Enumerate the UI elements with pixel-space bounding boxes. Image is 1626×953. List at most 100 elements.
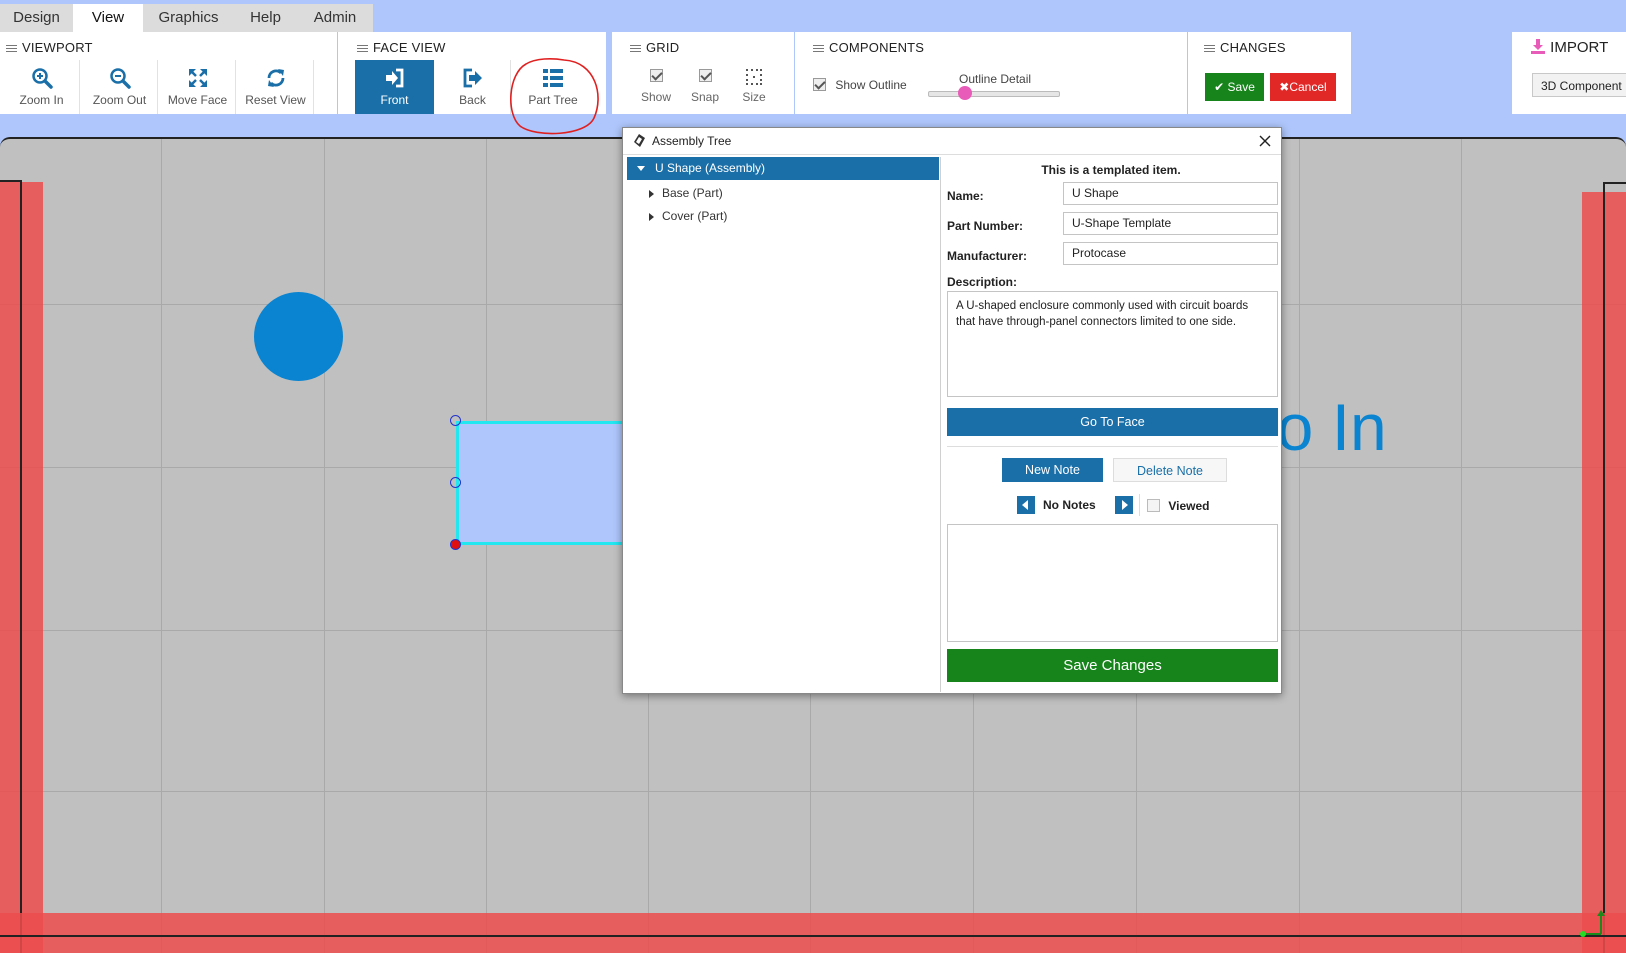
go-to-face-button[interactable]: Go To Face bbox=[947, 408, 1278, 436]
grid-size-label: Size bbox=[742, 90, 766, 104]
selection-handle[interactable] bbox=[450, 477, 461, 488]
x-icon: ✖ bbox=[1279, 80, 1290, 94]
tree-item-u-shape[interactable]: U Shape (Assembly) bbox=[627, 157, 939, 180]
name-label: Name: bbox=[947, 189, 984, 203]
3d-component-button[interactable]: 3D Component bbox=[1532, 73, 1626, 97]
save-changes-button[interactable]: Save Changes bbox=[947, 649, 1278, 682]
face-view-title: FACE VIEW bbox=[373, 40, 446, 55]
zoom-in-button[interactable]: Zoom In bbox=[4, 60, 80, 114]
tab-view[interactable]: View bbox=[73, 4, 143, 32]
viewed-toggle[interactable]: Viewed bbox=[1147, 498, 1209, 513]
part-number-label: Part Number: bbox=[947, 219, 1024, 233]
grid-line bbox=[0, 791, 1626, 792]
new-note-button[interactable]: New Note bbox=[1002, 458, 1103, 482]
move-face-label: Move Face bbox=[167, 93, 228, 107]
expand-arrow-icon[interactable] bbox=[637, 166, 645, 172]
zoom-out-label: Zoom Out bbox=[92, 93, 147, 107]
show-outline-checkbox[interactable] bbox=[813, 78, 826, 92]
grid-snap-label: Snap bbox=[690, 90, 720, 104]
delete-note-button[interactable]: Delete Note bbox=[1113, 458, 1227, 482]
arrow-right-icon bbox=[1122, 500, 1128, 510]
tree-item-base[interactable]: Base (Part) bbox=[649, 184, 723, 202]
tab-admin[interactable]: Admin bbox=[297, 4, 373, 32]
circle-cutout[interactable] bbox=[254, 292, 343, 381]
ribbon-cancel-button[interactable]: ✖Cancel bbox=[1270, 73, 1336, 101]
sign-in-icon bbox=[385, 68, 403, 88]
viewport-group: VIEWPORT Zoom In Zoom Out Move Face Rese… bbox=[0, 32, 337, 114]
grid-line bbox=[1461, 139, 1462, 953]
outline-detail-label: Outline Detail bbox=[959, 72, 1032, 86]
grid-group: GRID Show Snap Size bbox=[612, 32, 794, 114]
grid-dots-icon bbox=[746, 69, 762, 85]
divider bbox=[947, 446, 1278, 447]
viewport-title: VIEWPORT bbox=[22, 40, 93, 55]
menu-icon bbox=[813, 43, 824, 54]
tree-item-cover[interactable]: Cover (Part) bbox=[649, 207, 727, 225]
grid-show-label: Show bbox=[640, 90, 672, 104]
zoom-in-icon bbox=[31, 68, 53, 89]
tree-item-label: U Shape (Assembly) bbox=[655, 161, 766, 175]
zoom-out-button[interactable]: Zoom Out bbox=[82, 60, 158, 114]
refresh-icon bbox=[267, 69, 284, 87]
grid-show-checkbox[interactable] bbox=[649, 69, 663, 82]
tab-help[interactable]: Help bbox=[234, 4, 297, 32]
left-wall-line bbox=[20, 180, 22, 953]
grid-snap-checkbox[interactable] bbox=[698, 69, 712, 82]
grid-line bbox=[486, 139, 487, 953]
assembly-tree-dialog: Assembly Tree U Shape (Assembly) Base (P… bbox=[622, 127, 1282, 694]
zoom-out-icon bbox=[109, 68, 131, 89]
bottom-wall-line bbox=[0, 935, 1626, 937]
grid-snap-toggle[interactable]: Snap bbox=[685, 69, 725, 104]
description-label: Description: bbox=[947, 275, 1018, 289]
menu-icon bbox=[357, 43, 368, 54]
manufacturer-label: Manufacturer: bbox=[947, 249, 1028, 263]
tree-item-label: Cover (Part) bbox=[662, 209, 728, 223]
grid-line bbox=[161, 139, 162, 953]
viewed-label: Viewed bbox=[1168, 498, 1210, 513]
axis-origin-icon bbox=[1580, 910, 1605, 937]
details-panel: This is a templated item. Name: U Shape … bbox=[941, 154, 1281, 692]
import-title: IMPORT bbox=[1550, 39, 1609, 56]
note-text-area[interactable] bbox=[947, 524, 1278, 642]
template-notice: This is a templated item. bbox=[1041, 163, 1181, 177]
outline-detail-slider-thumb[interactable] bbox=[958, 86, 972, 100]
notes-status: No Notes bbox=[1043, 498, 1096, 512]
move-icon bbox=[188, 69, 207, 87]
collapsed-arrow-icon[interactable] bbox=[649, 189, 654, 198]
collapsed-arrow-icon[interactable] bbox=[649, 212, 654, 221]
description-field[interactable]: A U-shaped enclosure commonly used with … bbox=[947, 291, 1278, 397]
dialog-title-bar: Assembly Tree bbox=[623, 128, 1281, 155]
prev-note-button[interactable] bbox=[1017, 496, 1035, 514]
outline-detail-slider[interactable] bbox=[928, 86, 1060, 100]
download-icon bbox=[1531, 39, 1545, 54]
viewed-checkbox[interactable] bbox=[1147, 499, 1160, 513]
name-field[interactable]: U Shape bbox=[1063, 182, 1278, 205]
next-note-button[interactable] bbox=[1115, 496, 1133, 514]
components-group: COMPONENTS Show Outline Outline Detail bbox=[795, 32, 1187, 114]
import-group: IMPORT 3D Component bbox=[1512, 32, 1626, 114]
reset-view-button[interactable]: Reset View bbox=[238, 60, 314, 114]
right-wall-line bbox=[1603, 182, 1605, 953]
tab-graphics[interactable]: Graphics bbox=[143, 4, 234, 32]
back-button[interactable]: Back bbox=[435, 60, 511, 114]
tab-design[interactable]: Design bbox=[0, 4, 73, 32]
front-label: Front bbox=[380, 93, 409, 107]
ribbon-save-label: Save bbox=[1227, 80, 1255, 94]
manufacturer-field[interactable]: Protocase bbox=[1063, 242, 1278, 265]
front-button[interactable]: Front bbox=[355, 60, 434, 114]
show-outline-toggle[interactable]: Show Outline bbox=[813, 77, 907, 92]
grid-size-button[interactable]: Size bbox=[734, 68, 774, 104]
grid-show-toggle[interactable]: Show bbox=[636, 69, 676, 104]
selection-handle-origin[interactable] bbox=[450, 539, 461, 550]
separator bbox=[1139, 494, 1140, 516]
move-face-button[interactable]: Move Face bbox=[160, 60, 236, 114]
zoom-in-label: Zoom In bbox=[19, 93, 64, 107]
part-number-field[interactable]: U-Shape Template bbox=[1063, 212, 1278, 235]
ribbon-save-button[interactable]: ✔ Save bbox=[1205, 73, 1264, 101]
3d-component-label: 3D Component bbox=[1541, 79, 1622, 93]
dialog-title: Assembly Tree bbox=[652, 134, 732, 148]
close-icon[interactable] bbox=[1259, 135, 1271, 147]
ribbon-cancel-label: Cancel bbox=[1289, 80, 1327, 94]
selection-handle[interactable] bbox=[450, 415, 461, 426]
grid-line bbox=[1299, 139, 1300, 953]
